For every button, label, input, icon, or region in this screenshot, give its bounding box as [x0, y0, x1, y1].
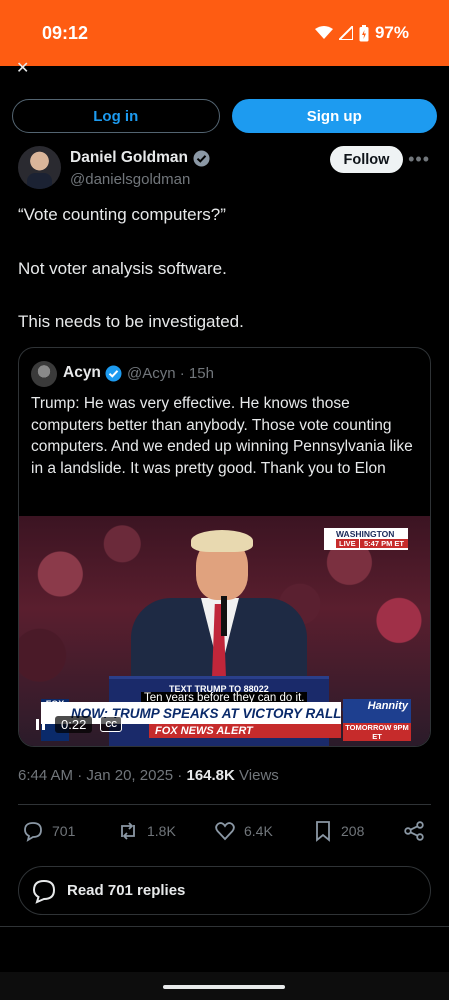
quoted-handle: @Acyn: [127, 365, 176, 382]
battery-percent: 97%: [374, 23, 409, 42]
tweet-text-line: This needs to be investigated.: [18, 312, 244, 331]
tweet-date: Jan 20, 2025: [86, 767, 174, 784]
author-name: Daniel Goldman: [70, 149, 188, 166]
status-time: 09:12: [42, 22, 89, 43]
share-button[interactable]: [403, 820, 425, 842]
pause-icon[interactable]: [33, 717, 47, 731]
heart-icon: [215, 822, 235, 841]
tweet-text-line: Not voter analysis software.: [18, 259, 227, 278]
cellular-signal-icon: [338, 26, 353, 40]
views-count: 164.8K: [186, 767, 235, 784]
follow-button[interactable]: Follow: [330, 146, 403, 173]
live-label: LIVE: [336, 539, 359, 548]
close-icon[interactable]: ✕: [16, 58, 29, 78]
bookmark-count: 208: [341, 823, 365, 839]
action-bar: 701 1.8K 6.4K 208: [22, 818, 427, 844]
show-promo-title: Hannity: [367, 700, 408, 712]
reply-icon: [32, 879, 56, 904]
share-icon: [404, 821, 424, 841]
microphone: [221, 596, 227, 636]
show-promo: Hannity TOMORROW 9PM ET: [343, 699, 411, 741]
reply-count: 701: [52, 823, 76, 839]
read-replies-label: Read 701 replies: [67, 882, 186, 899]
quoted-name-row: Acyn: [63, 364, 122, 382]
avatar[interactable]: [18, 146, 61, 189]
quoted-tweet[interactable]: Acyn @Acyn · 15h Trump: He was very effe…: [18, 347, 431, 747]
author-handle[interactable]: @danielsgoldman: [70, 171, 190, 188]
battery-icon: [359, 24, 369, 41]
repost-icon: [121, 822, 135, 840]
tweet-timestamp: 6:44 AM · Jan 20, 2025 · 164.8K Views: [18, 767, 279, 784]
quoted-author-name: Acyn: [63, 364, 101, 381]
wifi-icon: [314, 26, 333, 39]
signup-button[interactable]: Sign up: [231, 99, 437, 133]
status-icons: 97%: [314, 23, 409, 43]
live-time: 5:47 PM ET: [360, 539, 408, 548]
closed-captions-button[interactable]: CC: [100, 716, 123, 732]
news-alert-bar: FOX NEWS ALERT: [149, 724, 341, 738]
video-player[interactable]: TEXT TRUMP TO 88022 WASHINGTON LIVE 5:47…: [19, 516, 430, 746]
auth-buttons: Log in Sign up: [12, 99, 437, 133]
repost-count: 1.8K: [147, 823, 176, 839]
video-elapsed-time: 0:22: [55, 715, 93, 733]
home-gesture-handle[interactable]: [163, 985, 285, 989]
repost-button[interactable]: 1.8K: [117, 820, 214, 842]
verified-badge-icon: [105, 365, 122, 381]
author-name-row[interactable]: Daniel Goldman: [70, 149, 210, 167]
status-bar: 09:12 97%: [0, 0, 449, 66]
bookmark-button[interactable]: 208: [313, 820, 403, 842]
like-count: 6.4K: [244, 823, 273, 839]
tweet-text-line: “Vote counting computers?”: [18, 205, 226, 224]
live-badge: WASHINGTON LIVE 5:47 PM ET: [324, 528, 408, 550]
login-button[interactable]: Log in: [12, 99, 220, 133]
tweet-time: 6:44 AM: [18, 767, 74, 784]
live-location: WASHINGTON: [336, 529, 395, 539]
divider: [18, 804, 431, 805]
quoted-avatar: [31, 361, 57, 387]
quoted-age: 15h: [188, 365, 214, 382]
quoted-meta: @Acyn · 15h: [127, 365, 214, 382]
bookmark-icon: [316, 821, 330, 842]
show-promo-time: TOMORROW 9PM ET: [343, 723, 411, 741]
views-label: Views: [239, 767, 279, 784]
video-speaker-hair: [191, 530, 253, 552]
like-button[interactable]: 6.4K: [214, 820, 313, 842]
read-replies-button[interactable]: Read 701 replies: [18, 866, 431, 915]
tweet-author: Daniel Goldman @danielsgoldman Follow ••…: [18, 146, 433, 192]
reply-button[interactable]: 701: [22, 820, 117, 842]
divider: [0, 926, 449, 927]
reply-icon: [24, 822, 42, 842]
quoted-text: Trump: He was very effective. He knows t…: [31, 395, 413, 477]
verified-badge-icon: [193, 150, 210, 166]
video-controls: 0:22 CC: [33, 714, 123, 734]
more-options-icon[interactable]: •••: [408, 149, 430, 170]
